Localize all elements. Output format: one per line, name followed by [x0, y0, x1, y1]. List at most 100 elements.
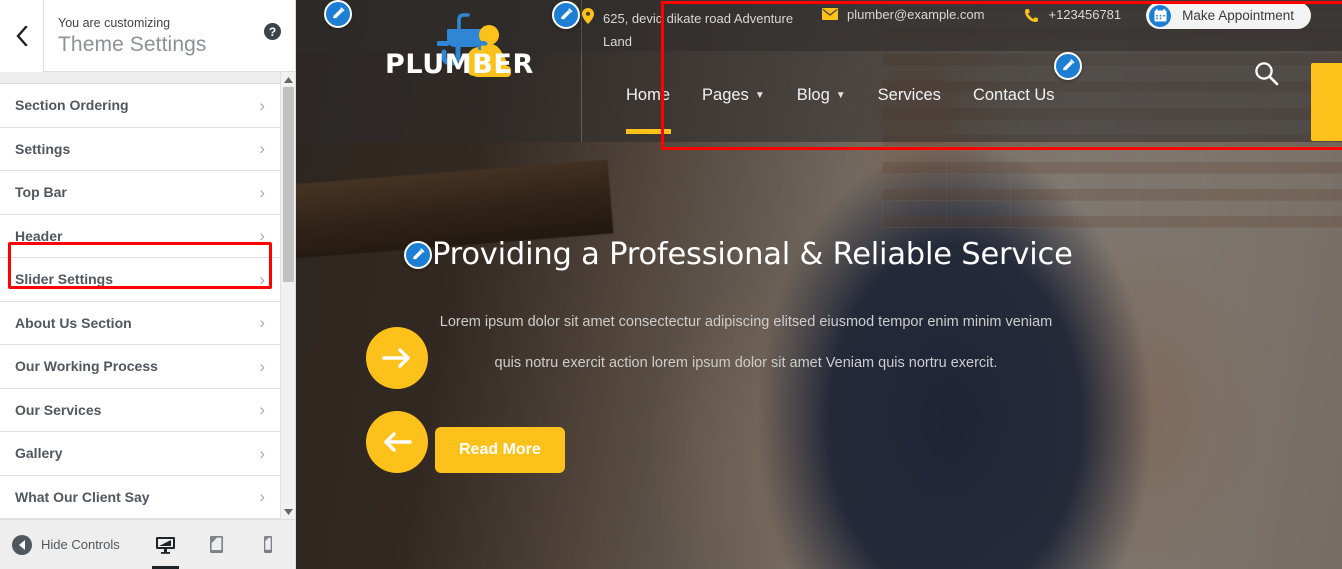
- sidebar-header: You are customizing Theme Settings ?: [0, 0, 295, 72]
- chevron-right-icon: ›: [259, 226, 265, 246]
- phone-text: +123456781: [1048, 7, 1122, 22]
- edit-shortcut-hero-title[interactable]: [404, 241, 432, 269]
- arrow-left-icon: [384, 432, 412, 452]
- sidebar-footer: Hide Controls: [0, 519, 295, 569]
- back-button[interactable]: [0, 0, 44, 72]
- sidebar-item-label: What Our Client Say: [15, 488, 150, 505]
- nav-label: Contact Us: [972, 86, 1055, 104]
- hero-title: Providing a Professional & Reliable Serv…: [432, 237, 1073, 272]
- sidebar-item-gallery[interactable]: Gallery ›: [0, 432, 281, 476]
- sidebar-item-header[interactable]: Header ›: [0, 214, 281, 258]
- mobile-icon: [263, 536, 272, 553]
- read-more-button[interactable]: Read More: [435, 427, 565, 473]
- make-appointment-button[interactable]: Make Appointment: [1146, 2, 1311, 29]
- chevron-right-icon: ›: [259, 356, 265, 376]
- sidebar-item-about-us-section[interactable]: About Us Section ›: [0, 301, 281, 345]
- pencil-icon: [413, 248, 425, 260]
- tablet-icon: [209, 536, 223, 553]
- sidebar-item-label: Header: [15, 227, 63, 244]
- location-pin-icon: [582, 8, 594, 24]
- triangle-left-icon: [18, 539, 25, 550]
- triangle-up-icon: [283, 76, 293, 83]
- sidebar-item-slider-settings[interactable]: Slider Settings ›: [0, 258, 281, 302]
- sidebar-item-label: Our Working Process: [15, 358, 158, 375]
- chevron-left-icon: [16, 25, 28, 46]
- device-preview-switcher: [151, 525, 282, 569]
- sidebar-item-label: About Us Section: [15, 314, 132, 331]
- sidebar-items: Section Ordering › Settings › Top Bar › …: [0, 84, 281, 519]
- slider-next-button[interactable]: [366, 327, 428, 389]
- sidebar-scrollbar[interactable]: [280, 72, 295, 519]
- nav-item-contact-us[interactable]: Contact Us: [973, 86, 1055, 107]
- make-appointment-label: Make Appointment: [1182, 8, 1294, 23]
- page-title: Theme Settings: [58, 33, 207, 56]
- logo-wordmark: PLUMBER: [385, 49, 534, 80]
- phone-icon: [1024, 8, 1039, 23]
- nav-label: Blog: [796, 86, 830, 104]
- envelope-icon: [822, 8, 838, 20]
- chevron-right-icon: ›: [259, 269, 265, 289]
- email-text: plumber@example.com: [847, 7, 985, 22]
- hide-controls-button[interactable]: Hide Controls: [0, 534, 120, 555]
- device-tablet-button[interactable]: [202, 525, 231, 565]
- calendar-icon: [1149, 4, 1172, 27]
- pencil-icon: [561, 8, 573, 20]
- yellow-placeholder-block[interactable]: [1311, 63, 1342, 141]
- nav-item-blog[interactable]: Blog ▼: [797, 86, 846, 107]
- scroll-down-button[interactable]: [281, 504, 295, 519]
- device-mobile-button[interactable]: [253, 525, 282, 565]
- chevron-right-icon: ›: [259, 487, 265, 507]
- help-icon[interactable]: ?: [264, 23, 281, 40]
- sidebar-title-block: You are customizing Theme Settings ?: [44, 13, 295, 58]
- desktop-icon: [155, 537, 175, 554]
- chevron-right-icon: ›: [259, 400, 265, 420]
- edit-shortcut-logo[interactable]: [552, 1, 580, 29]
- nav-label: Pages: [702, 86, 749, 104]
- sidebar-item-what-our-client-say[interactable]: What Our Client Say ›: [0, 475, 281, 519]
- sidebar-panel-list: Section Ordering › Settings › Top Bar › …: [0, 72, 295, 519]
- search-button[interactable]: [1253, 60, 1279, 91]
- pencil-icon: [333, 7, 345, 19]
- nav-label: Home: [626, 86, 671, 104]
- scrollbar-thumb[interactable]: [283, 87, 294, 282]
- sidebar-item-label: Section Ordering: [15, 97, 129, 114]
- nav-item-pages[interactable]: Pages ▼: [702, 86, 765, 107]
- sidebar-item-our-services[interactable]: Our Services ›: [0, 388, 281, 432]
- top-bar-phone[interactable]: +123456781: [1024, 7, 1121, 23]
- sidebar-list-spacer: [0, 72, 295, 84]
- hide-controls-label: Hide Controls: [41, 537, 120, 552]
- nav-item-services[interactable]: Services: [878, 86, 941, 107]
- edit-shortcut-header-block[interactable]: [1054, 52, 1082, 80]
- sidebar-item-section-ordering[interactable]: Section Ordering ›: [0, 84, 281, 128]
- slider-prev-button[interactable]: [366, 411, 428, 473]
- top-bar-address: 625, devid dikate road Adventure Land: [582, 7, 809, 53]
- sidebar-item-label: Our Services: [15, 401, 102, 418]
- customizer-sidebar: You are customizing Theme Settings ? Sec…: [0, 0, 296, 569]
- customizing-label: You are customizing: [58, 16, 171, 30]
- scroll-up-button[interactable]: [281, 72, 295, 87]
- read-more-label: Read More: [459, 441, 541, 458]
- sidebar-item-our-working-process[interactable]: Our Working Process ›: [0, 345, 281, 389]
- chevron-right-icon: ›: [259, 95, 265, 115]
- sidebar-item-label: Settings: [15, 140, 71, 157]
- main-navigation: Home Pages ▼ Blog ▼ Services Contact Us: [582, 86, 1055, 134]
- sidebar-item-settings[interactable]: Settings ›: [0, 127, 281, 171]
- hero-slider: Providing a Professional & Reliable Serv…: [296, 142, 1342, 569]
- pencil-icon: [1063, 59, 1075, 71]
- nav-label: Services: [877, 86, 941, 104]
- chevron-right-icon: ›: [259, 182, 265, 202]
- device-desktop-button[interactable]: [151, 525, 180, 569]
- sidebar-item-top-bar[interactable]: Top Bar ›: [0, 171, 281, 215]
- arrow-right-icon: [382, 348, 410, 368]
- address-text: 625, devid dikate road Adventure Land: [603, 11, 794, 49]
- top-bar-email[interactable]: plumber@example.com: [822, 7, 984, 22]
- collapse-icon: [12, 534, 32, 555]
- site-preview: 625, devid dikate road Adventure Land pl…: [296, 0, 1342, 569]
- chevron-right-icon: ›: [259, 313, 265, 333]
- search-icon: [1255, 62, 1279, 86]
- nav-item-home[interactable]: Home: [626, 86, 672, 134]
- sidebar-item-label: Top Bar: [15, 184, 67, 201]
- edit-shortcut-sidebar-edge[interactable]: [324, 0, 352, 28]
- chevron-right-icon: ›: [259, 139, 265, 159]
- site-logo[interactable]: PLUMBER: [385, 8, 539, 88]
